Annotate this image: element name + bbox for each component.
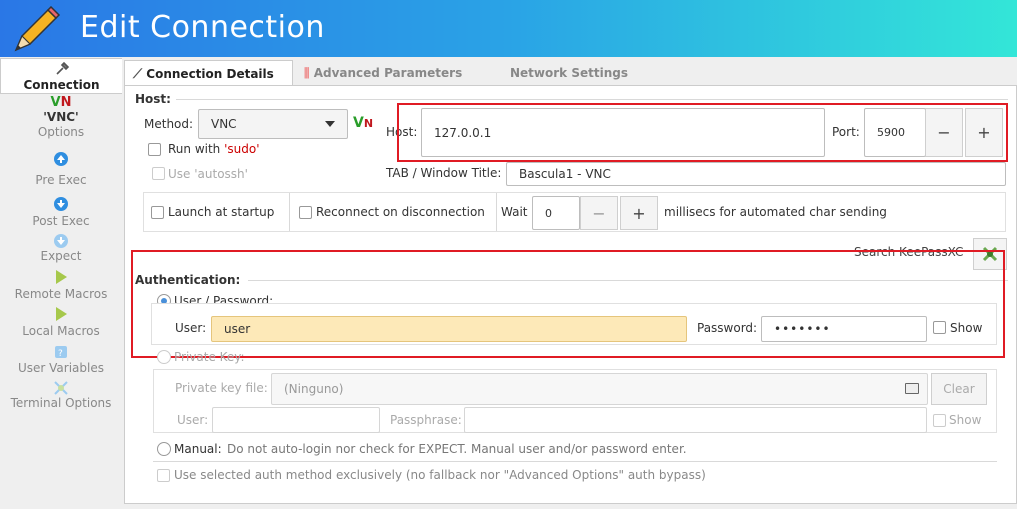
private-key-file-label: Private key file: [175,381,268,395]
sidebar-item-label: Terminal Options [10,396,112,410]
run-with-sudo-label: Run with 'sudo' [168,142,260,156]
sidebar-item-local-macros[interactable]: Local Macros [0,306,122,340]
folder-icon [905,383,919,394]
launch-at-startup-label: Launch at startup [168,205,275,219]
sidebar-item-label: Pre Exec [35,173,87,187]
use-auth-exclusively-label: Use selected auth method exclusively (no… [174,468,706,482]
arrow-down-light-icon [54,234,68,248]
sidebar-item-pre-exec[interactable]: Pre Exec [0,151,122,187]
sidebar-item-label: Remote Macros [14,287,108,301]
chevron-down-icon [325,121,335,127]
use-autossh-label: Use 'autossh' [168,167,248,181]
tab-title-label: TAB / Window Title: [386,166,502,180]
method-value: VNC [211,117,237,131]
svg-text:?: ? [58,349,63,359]
passphrase-label: Passphrase: [390,413,462,427]
sidebar-item-label: Connection [23,78,100,92]
vnc-icon: VN [353,115,374,131]
sidebar-item-label: Local Macros [22,324,100,338]
vnc-icon: VN [50,95,72,110]
divider [153,461,997,462]
run-with-sudo-checkbox[interactable] [148,143,161,156]
use-auth-exclusively-checkbox[interactable] [157,469,170,482]
terminal-options-icon [54,381,68,395]
sidebar-item-expect[interactable]: Expect [0,233,122,267]
pencil-icon [14,6,61,52]
sidebar-item-post-exec[interactable]: Post Exec [0,196,122,230]
arrow-up-icon [54,152,68,166]
wait-label: Wait [501,205,528,219]
sidebar-item-label: User Variables [17,361,104,375]
manual-description: Do not auto-login nor check for EXPECT. … [227,442,687,456]
wait-decrement-button[interactable]: − [580,196,618,230]
play-icon [56,270,67,284]
sidebar-item-connection[interactable]: Connection [0,58,122,94]
divider [496,193,497,231]
launch-at-startup-checkbox[interactable] [151,206,164,219]
wait-increment-button[interactable]: + [620,196,658,230]
private-key-file-input[interactable]: (Ninguno) [271,373,928,405]
passphrase-input[interactable] [464,407,927,433]
tab-label: Connection Details [146,67,274,81]
sidebar-item-label: Expect [40,249,82,263]
private-key-user-input[interactable] [212,407,380,433]
sidebar-item-label: Post Exec [32,214,90,228]
divider [176,99,1008,100]
use-autossh-checkbox[interactable] [152,167,165,180]
highlight-box-auth [131,250,1005,358]
highlight-box-host [397,103,1008,162]
plug-icon [55,61,69,75]
host-section-title: Host: [135,92,171,106]
play-icon [56,307,67,321]
wait-input[interactable]: 0 [532,196,580,230]
reconnect-label: Reconnect on disconnection [316,205,485,219]
sidebar-item-vnc-options[interactable]: VN 'VNC' Options [0,96,122,142]
manual-radio[interactable] [157,442,171,456]
window-title: Edit Connection [80,10,325,45]
method-label: Method: [144,117,194,131]
variable-icon: ? [55,346,67,359]
private-key-radio[interactable] [157,350,171,364]
arrow-down-icon [54,197,68,211]
sidebar-item-label: 'VNC' [43,110,79,124]
private-key-file-value: (Ninguno) [284,382,344,396]
sidebar-item-terminal-options[interactable]: Terminal Options [0,380,122,414]
clear-button[interactable]: Clear [931,373,987,405]
sidebar-item-remote-macros[interactable]: Remote Macros [0,269,122,303]
tab-advanced-parameters[interactable]: ⫼ Advanced Parameters [296,60,496,86]
tab-title-input[interactable]: Bascula1 - VNC [506,162,1006,186]
manual-label: Manual: [174,442,222,456]
tab-label: Advanced Parameters [313,66,463,80]
private-key-user-label: User: [177,413,209,427]
millisecs-label: millisecs for automated char sending [664,205,887,219]
sidebar-item-user-variables[interactable]: ? User Variables [0,345,122,379]
reconnect-checkbox[interactable] [299,206,312,219]
plug-icon: ⟋ [133,67,143,82]
sidebar-item-label-2: Options [37,125,85,139]
show-passphrase-label: Show [949,413,982,427]
sliders-icon: ⫼ [304,66,310,80]
divider [289,193,290,231]
private-key-label: Private Key: [174,350,245,364]
tab-connection-details[interactable]: ⟋ Connection Details [124,60,293,86]
tab-label: Network Settings [510,66,628,80]
show-passphrase-checkbox[interactable] [933,414,946,427]
tab-network-settings[interactable]: Network Settings [502,60,642,86]
method-select[interactable]: VNC [198,109,348,139]
